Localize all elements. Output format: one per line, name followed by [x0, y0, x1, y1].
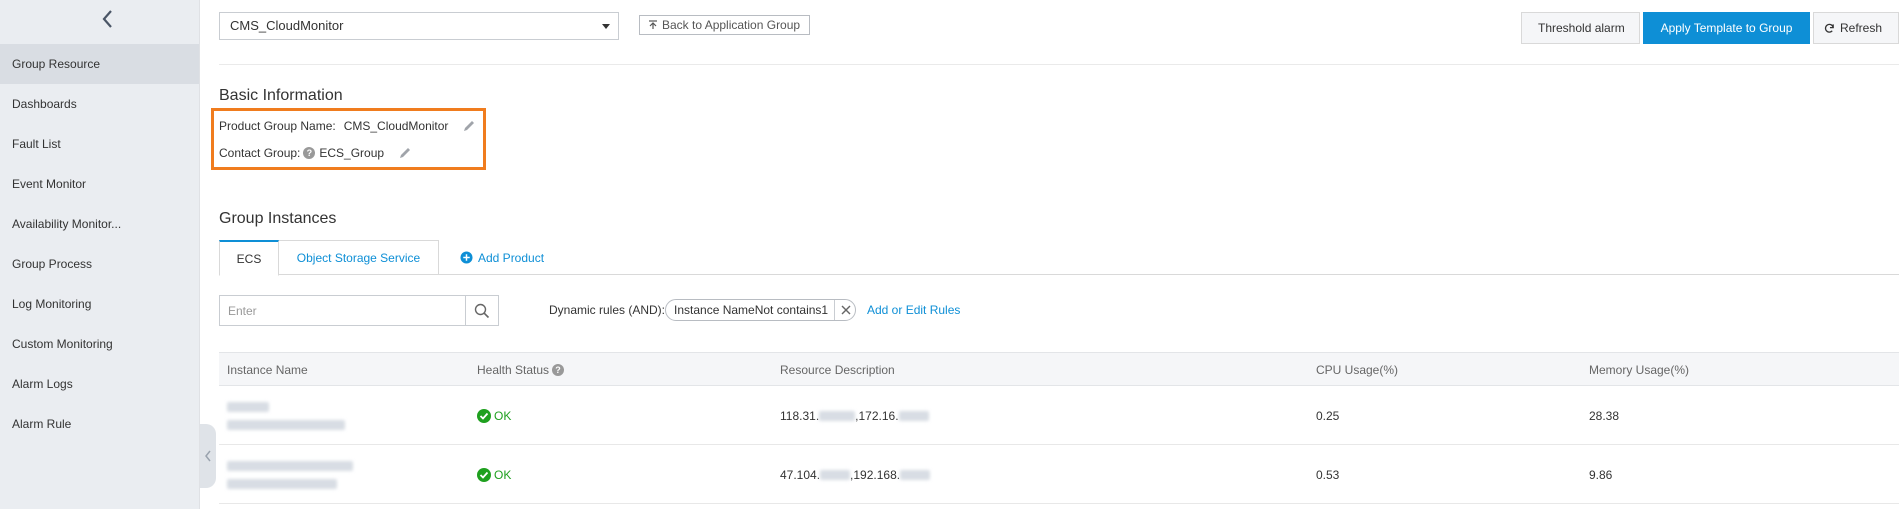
sidebar-item-availability-monitor[interactable]: Availability Monitor... — [0, 204, 199, 244]
sidebar: Group Resource Dashboards Fault List Eve… — [0, 0, 216, 509]
resource-ip-prefix: 47.104. — [780, 467, 821, 482]
product-group-row: Product Group Name: CMS_CloudMonitor — [219, 119, 476, 133]
dynamic-rules-label: Dynamic rules (AND): — [549, 303, 666, 317]
group-select-value: CMS_CloudMonitor — [230, 18, 344, 33]
basic-information-title: Basic Information — [219, 87, 343, 104]
contact-group-value: ECS_Group — [319, 146, 385, 160]
back-to-application-group-button[interactable]: Back to Application Group — [639, 15, 811, 35]
help-icon[interactable]: ? — [303, 147, 316, 159]
group-instances-title: Group Instances — [219, 210, 337, 227]
search-button[interactable] — [465, 296, 498, 325]
add-product-button[interactable]: Add Product — [460, 240, 550, 275]
health-status-header-label: Health Status — [477, 363, 550, 377]
back-chevron-icon[interactable] — [96, 6, 120, 32]
sidebar-item-alarm-rule[interactable]: Alarm Rule — [0, 404, 199, 444]
rule-chip-label: Instance NameNot contains1 — [674, 303, 829, 317]
search-icon — [474, 303, 490, 318]
redacted-text — [227, 460, 353, 471]
check-circle-icon — [477, 408, 491, 423]
contact-group-label: Contact Group: — [219, 146, 301, 160]
health-status-cell: OK — [477, 445, 511, 504]
refresh-label: Refresh — [1840, 21, 1883, 35]
redacted-text — [227, 401, 269, 412]
sidebar-menu: Group Resource Dashboards Fault List Eve… — [0, 44, 199, 444]
check-circle-icon — [477, 467, 491, 482]
resource-ip-prefix: ,192.168. — [850, 467, 901, 482]
redacted-text — [898, 410, 929, 421]
contact-group-row: Contact Group: ? ECS_Group — [219, 146, 412, 160]
sidebar-item-group-resource[interactable]: Group Resource — [0, 44, 199, 84]
table-row[interactable]: OK 47.104. ,192.168. 0.53 9.86 — [219, 445, 1899, 504]
product-group-value: CMS_CloudMonitor — [343, 119, 449, 133]
threshold-alarm-button[interactable]: Threshold alarm — [1521, 12, 1640, 44]
health-status-cell: OK — [477, 386, 511, 445]
resource-ip-prefix: ,172.16. — [855, 408, 899, 423]
group-select[interactable]: CMS_CloudMonitor — [219, 12, 619, 40]
cpu-usage-cell: 0.53 — [1316, 467, 1340, 482]
sidebar-item-event-monitor[interactable]: Event Monitor — [0, 164, 199, 204]
instances-table: Instance Name Health Status ? Resource D… — [219, 352, 1899, 504]
redacted-text — [227, 478, 337, 489]
tab-object-storage-service[interactable]: Object Storage Service — [279, 240, 439, 275]
refresh-icon — [1824, 23, 1834, 33]
redacted-text — [819, 410, 856, 421]
upload-arrow-icon — [649, 20, 657, 29]
help-icon[interactable]: ? — [552, 364, 565, 376]
memory-usage-cell: 9.86 — [1589, 467, 1613, 482]
column-header-resource-description: Resource Description — [780, 363, 895, 377]
resource-ip-prefix: 118.31. — [780, 408, 820, 423]
instance-name-cell[interactable] — [227, 386, 345, 445]
table-row[interactable]: OK 118.31. ,172.16. 0.25 28.38 — [219, 386, 1899, 445]
header-divider — [219, 64, 1899, 65]
sidebar-item-group-process[interactable]: Group Process — [0, 244, 199, 284]
sidebar-item-dashboards[interactable]: Dashboards — [0, 84, 199, 124]
close-icon[interactable] — [834, 300, 851, 320]
column-header-cpu-usage: CPU Usage(%) — [1316, 363, 1399, 377]
back-to-application-group-label: Back to Application Group — [662, 18, 801, 32]
refresh-button[interactable]: Refresh — [1813, 12, 1899, 44]
health-status-text: OK — [494, 467, 512, 482]
basic-info-highlight-box — [211, 108, 486, 170]
sidebar-item-fault-list[interactable]: Fault List — [0, 124, 199, 164]
main-content: CMS_CloudMonitor Back to Application Gro… — [200, 0, 1899, 509]
add-product-label: Add Product — [478, 250, 545, 265]
add-or-edit-rules-link[interactable]: Add or Edit Rules — [867, 303, 960, 317]
sidebar-item-alarm-logs[interactable]: Alarm Logs — [0, 364, 199, 404]
search-input[interactable] — [220, 296, 470, 325]
health-ok: OK — [477, 467, 512, 482]
instance-name-cell[interactable] — [227, 445, 353, 504]
tab-ecs[interactable]: ECS — [219, 240, 279, 276]
apply-template-button[interactable]: Apply Template to Group — [1643, 12, 1810, 44]
resource-description-cell: 47.104. ,192.168. — [780, 445, 931, 504]
table-header: Instance Name Health Status ? Resource D… — [219, 352, 1899, 386]
product-tabs: ECS Object Storage Service Add Product — [219, 240, 1899, 276]
health-ok: OK — [477, 408, 512, 423]
column-header-health-status: Health Status ? — [477, 353, 568, 387]
cpu-usage-cell: 0.25 — [1316, 408, 1340, 423]
plus-circle-icon — [460, 251, 473, 264]
edit-pencil-icon[interactable] — [398, 146, 412, 160]
column-header-memory-usage: Memory Usage(%) — [1589, 363, 1690, 377]
memory-usage-cell: 28.38 — [1589, 408, 1620, 423]
edit-pencil-icon[interactable] — [462, 119, 476, 133]
redacted-text — [820, 469, 851, 480]
column-header-instance-name: Instance Name — [227, 363, 308, 377]
redacted-text — [227, 419, 345, 430]
health-status-text: OK — [494, 408, 512, 423]
sidebar-item-custom-monitoring[interactable]: Custom Monitoring — [0, 324, 199, 364]
product-group-label: Product Group Name: — [219, 119, 336, 133]
resource-description-cell: 118.31. ,172.16. — [780, 386, 929, 445]
instance-search — [219, 295, 499, 326]
rule-chip: Instance NameNot contains1 — [665, 299, 857, 321]
redacted-text — [900, 469, 931, 480]
chevron-down-icon — [602, 24, 610, 29]
sidebar-item-log-monitoring[interactable]: Log Monitoring — [0, 284, 199, 324]
